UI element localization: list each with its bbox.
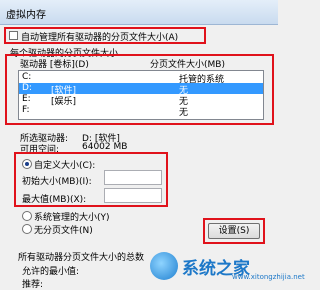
auto-manage-label[interactable]: 自动管理所有驱动器的分页文件大小(A) [21,30,178,43]
size-column-header: 分页文件大小(MB) [150,60,225,70]
custom-size-radio[interactable] [22,159,32,169]
drive-letter: F: [22,105,30,115]
initial-size-input[interactable] [104,170,162,185]
drive-letter: D: [22,83,32,93]
set-button[interactable]: 设置(S) [208,223,260,239]
totals-group-label: 所有驱动器分页文件大小的总数 [18,253,145,263]
max-size-label: 最大值(MB)(X): [22,195,87,205]
drive-column-header: 驱动器 [卷标](D) [20,60,89,70]
drive-letter: C: [22,72,32,82]
drive-row-c[interactable]: C: 托管的系统 [19,72,263,85]
drive-row-d[interactable]: D: [软件] 无 [19,83,263,96]
drive-page-size: 无 [179,108,189,118]
title-bar: 虚拟内存 [0,0,278,25]
watermark-logo-icon [150,252,178,280]
drive-letter: E: [22,94,31,104]
drive-list[interactable]: C: 托管的系统 D: [软件] 无 E: [娱乐] 无 F: 无 [18,70,264,120]
window-title: 虚拟内存 [6,10,46,21]
custom-size-label[interactable]: 自定义大小(C): [34,158,95,171]
no-paging-label[interactable]: 无分页文件(N) [34,223,93,236]
initial-size-label: 初始大小(MB)(I): [22,177,92,187]
min-allowed-label: 允许的最小值: [22,267,80,277]
drive-row-f[interactable]: F: 无 [19,105,263,118]
watermark-url: www.xitongzhijia.net [232,273,305,281]
system-managed-label[interactable]: 系统管理的大小(Y) [34,210,110,223]
system-managed-radio[interactable] [22,211,32,221]
no-paging-radio[interactable] [22,224,32,234]
drive-row-e[interactable]: E: [娱乐] 无 [19,94,263,107]
auto-manage-checkbox[interactable] [9,31,18,40]
free-space-value: 64002 MB [82,142,128,152]
set-button-label: 设置(S) [218,226,250,236]
max-size-input[interactable] [104,188,162,203]
watermark: 系统之家 www.xitongzhijia.net [150,250,305,286]
recommended-label: 推荐: [22,280,44,290]
